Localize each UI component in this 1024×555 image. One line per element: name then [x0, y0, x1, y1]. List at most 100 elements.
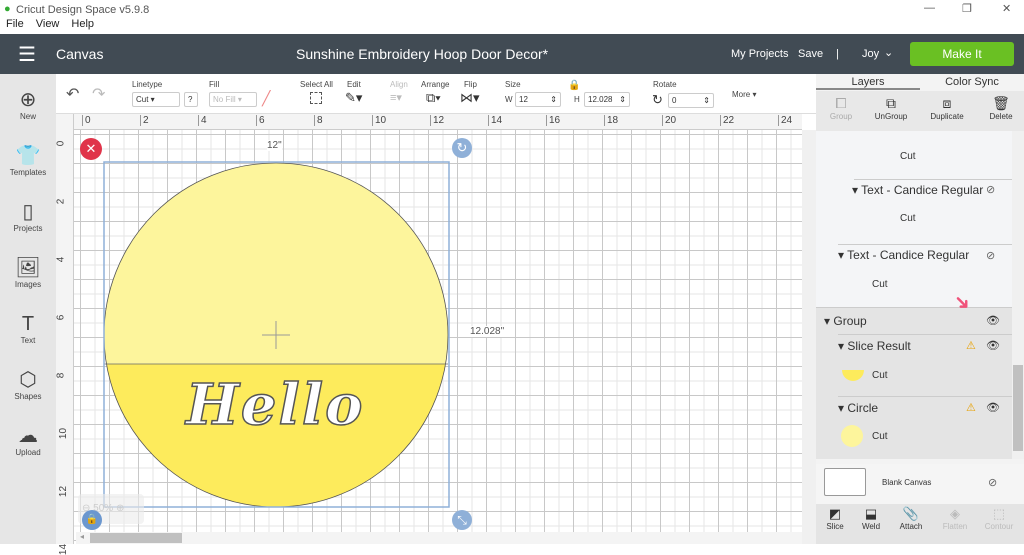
text-icon: T: [21, 313, 35, 335]
flip-icon[interactable]: ⋈▾: [460, 90, 480, 106]
my-projects-link[interactable]: My Projects: [731, 48, 788, 60]
minimize-button[interactable]: —: [924, 2, 935, 14]
rotate-icon: ↻: [652, 92, 663, 107]
lock-icon[interactable]: 🔒: [82, 510, 102, 530]
rotate-input[interactable]: 0 ⇕: [668, 93, 714, 108]
menu-view[interactable]: View: [36, 18, 60, 30]
layers-scrollbar[interactable]: [1012, 131, 1024, 459]
eye-visible-icon[interactable]: 👁: [986, 339, 1000, 352]
sidebar-item-text[interactable]: T Text: [0, 312, 56, 345]
eye-hidden-icon[interactable]: ⊘: [988, 476, 997, 489]
more-button[interactable]: More ▾: [732, 90, 756, 99]
save-button[interactable]: Save: [798, 48, 823, 60]
menu-file[interactable]: File: [6, 18, 24, 30]
ruler-tick-label: 0: [82, 115, 91, 126]
blank-canvas-layer[interactable]: Blank Canvas ⊘: [816, 464, 1024, 504]
sidebar-label: Text: [20, 336, 36, 345]
edit-toolbar: ↶ ↷ Linetype Cut ▾ ? Fill No Fill ▾ ╱ Se…: [56, 74, 816, 114]
horizontal-scrollbar[interactable]: ◂: [76, 532, 802, 544]
project-title: Sunshine Embroidery Hoop Door Decor*: [296, 46, 549, 62]
circle-top-half[interactable]: [96, 154, 496, 365]
warning-icon[interactable]: ⚠: [966, 401, 976, 414]
make-it-button[interactable]: Make It: [910, 42, 1014, 66]
eye-visible-icon[interactable]: 👁: [986, 314, 1000, 327]
linetype-value: Cut: [136, 95, 149, 104]
sidebar-item-upload[interactable]: ☁ Upload: [0, 424, 56, 457]
sidebar-item-templates[interactable]: 👕 Templates: [0, 144, 56, 177]
ruler-tick-label: 2: [55, 198, 67, 205]
blank-canvas-swatch[interactable]: [824, 468, 866, 496]
sidebar-label: Upload: [15, 448, 41, 457]
width-input[interactable]: 12 ⇕: [515, 92, 561, 107]
eye-hidden-icon[interactable]: ⊘: [986, 249, 995, 262]
ruler-tick-label: 8: [55, 372, 67, 379]
layer-text-candice-1[interactable]: ▾ Text - Candice Regular: [852, 183, 1024, 197]
edit-label: Edit: [347, 80, 361, 89]
eye-visible-icon[interactable]: 👁: [986, 401, 1000, 414]
ruler-tick-label: 6: [55, 314, 67, 321]
maximize-button[interactable]: ❐: [962, 2, 972, 15]
ruler-tick-label: 0: [55, 140, 67, 147]
fill-label: Fill: [209, 80, 220, 89]
canvas-vertical-scrollbar[interactable]: [802, 130, 816, 544]
delete-handle-icon[interactable]: ✕: [80, 138, 102, 160]
menu-help[interactable]: Help: [71, 18, 94, 30]
app-header: ☰ Canvas Sunshine Embroidery Hoop Door D…: [0, 34, 1024, 74]
scroll-left-icon[interactable]: ◂: [80, 532, 84, 541]
chevron-down-icon[interactable]: ⌄: [884, 46, 893, 59]
linetype-label: Linetype: [132, 80, 163, 89]
flatten-button[interactable]: ◈ Flatten: [930, 506, 980, 531]
group-button[interactable]: ⧠ Group: [816, 95, 866, 121]
ruler-tick-label: 6: [256, 115, 265, 126]
fill-value: No Fill: [213, 95, 236, 104]
flatten-label: Flatten: [942, 522, 968, 531]
rotate-handle-icon[interactable]: ↻: [452, 138, 472, 158]
group-layer[interactable]: ▾ Group 👁 ➜ ▾ Slice Result ⚠ 👁 Cut ▾ Cir…: [816, 289, 1012, 459]
warning-icon[interactable]: ⚠: [966, 339, 976, 352]
tab-color-sync[interactable]: Color Sync: [920, 74, 1024, 90]
user-menu[interactable]: Joy: [862, 48, 879, 60]
sidebar-item-projects[interactable]: ▯ Projects: [0, 200, 56, 233]
ruler-tick-label: 10: [372, 115, 386, 126]
lock-proportions-icon[interactable]: 🔒: [568, 80, 580, 91]
group-icon: ⧠: [835, 95, 847, 111]
select-all-icon[interactable]: [310, 92, 322, 104]
redo-icon[interactable]: ↷: [92, 84, 105, 104]
eye-hidden-icon[interactable]: ⊘: [986, 183, 995, 196]
attach-button[interactable]: 📎 Attach: [886, 506, 936, 531]
height-input[interactable]: 12.028 ⇕: [584, 92, 630, 107]
layer-text-candice-2[interactable]: ▾ Text - Candice Regular: [838, 248, 1024, 262]
undo-icon[interactable]: ↶: [66, 84, 79, 104]
ungroup-label: UnGroup: [874, 112, 908, 121]
select-all-button[interactable]: Select All: [300, 80, 333, 89]
hello-text[interactable]: Hello: [185, 371, 364, 439]
ungroup-button[interactable]: ⧉ UnGroup: [866, 95, 916, 121]
sidebar-item-new[interactable]: ⊕ New: [0, 88, 56, 121]
duplicate-label: Duplicate: [930, 112, 964, 121]
layer-linetype: Cut: [872, 370, 888, 381]
tab-layers[interactable]: Layers: [816, 74, 920, 90]
fill-select[interactable]: No Fill ▾: [209, 92, 257, 107]
delete-button[interactable]: 🗑 Delete: [976, 95, 1024, 121]
contour-button[interactable]: ⬚ Contour: [974, 506, 1024, 531]
hamburger-menu-icon[interactable]: ☰: [18, 42, 36, 67]
close-button[interactable]: ✕: [1002, 2, 1011, 15]
arrange-icon[interactable]: ⧉▾: [426, 90, 441, 106]
scrollbar-thumb[interactable]: [90, 533, 182, 543]
resize-handle-icon[interactable]: ⤡: [452, 510, 472, 530]
duplicate-button[interactable]: ⧈ Duplicate: [922, 95, 972, 121]
linetype-help-button[interactable]: ?: [184, 92, 198, 107]
cloud-upload-icon: ☁: [18, 425, 38, 447]
sidebar-item-images[interactable]: 🖼 Images: [0, 256, 56, 289]
sidebar-item-shapes[interactable]: ⬡ Shapes: [0, 368, 56, 401]
design-canvas[interactable]: Hello 12" 12.028" ✕ ↻ ⤡ ⊖ 50% ⊕ 🔒 ◂: [56, 114, 802, 544]
ruler-tick-label: 4: [198, 115, 207, 126]
fill-color-swatch-icon[interactable]: ╱: [262, 90, 270, 107]
linetype-select[interactable]: Cut ▾: [132, 92, 180, 107]
align-icon[interactable]: ≡▾: [390, 91, 402, 104]
sidebar-label: Templates: [9, 168, 47, 177]
edit-tools-icon[interactable]: ✎▾: [345, 90, 362, 106]
zoom-in-button[interactable]: ⊕: [116, 503, 124, 514]
layer-tools: ◩ Slice ⬓ Weld 📎 Attach ◈ Flatten ⬚ Contour: [816, 504, 1024, 544]
scrollbar-thumb[interactable]: [1013, 365, 1023, 451]
